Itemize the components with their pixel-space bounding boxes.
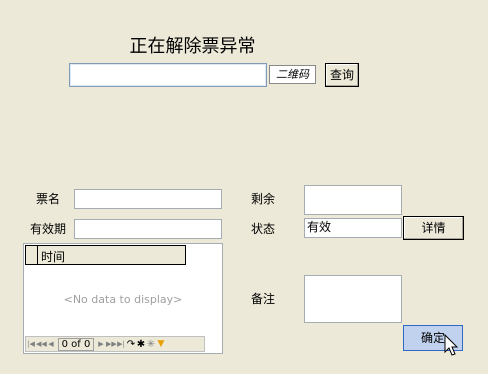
status-label: 状态 xyxy=(251,222,276,236)
prev-page-icon[interactable]: ◀◀ xyxy=(36,340,47,348)
next-page-icon[interactable]: ▶▶ xyxy=(106,340,117,348)
remark-field[interactable] xyxy=(304,275,402,323)
validity-label: 有效期 xyxy=(30,222,67,236)
qr-code-button[interactable]: 二维码 xyxy=(269,65,316,84)
mouse-cursor-icon xyxy=(444,334,459,356)
ticket-name-label: 票名 xyxy=(36,192,61,206)
query-button[interactable]: 查询 xyxy=(325,63,359,87)
validity-value xyxy=(75,221,77,235)
filter-icon[interactable]: ▼ xyxy=(156,339,166,349)
status-field[interactable]: 有效 xyxy=(304,218,402,238)
clear-icon[interactable]: ✳ xyxy=(146,339,156,350)
remaining-value xyxy=(305,187,307,201)
remark-label: 备注 xyxy=(251,292,276,306)
row-selector-header xyxy=(26,246,38,264)
history-grid[interactable]: 时间 <No data to display> |◀ ◀◀ ◀ 0 of 0 ▶… xyxy=(23,243,223,354)
ticket-name-value xyxy=(75,191,77,205)
prev-icon[interactable]: ◀ xyxy=(46,340,56,348)
grid-navigator: |◀ ◀◀ ◀ 0 of 0 ▶ ▶▶ ▶| ↷ ✱ ✳ ▼ xyxy=(25,336,205,352)
grid-header: 时间 xyxy=(25,245,186,265)
empty-message: <No data to display> xyxy=(63,293,183,306)
refresh-icon[interactable]: ↷ xyxy=(126,339,136,350)
ticket-name-field[interactable] xyxy=(74,189,222,209)
page-title: 正在解除票异常 xyxy=(129,36,256,57)
search-input[interactable] xyxy=(69,63,267,87)
add-icon[interactable]: ✱ xyxy=(136,339,146,350)
pager-text: 0 of 0 xyxy=(58,337,94,351)
remaining-label: 剩余 xyxy=(251,192,276,206)
detail-button[interactable]: 详情 xyxy=(403,216,464,240)
last-icon[interactable]: ▶| xyxy=(116,340,126,348)
status-value: 有效 xyxy=(307,220,332,234)
remaining-field[interactable] xyxy=(304,185,402,215)
first-icon[interactable]: |◀ xyxy=(26,340,36,348)
validity-field[interactable] xyxy=(74,219,222,239)
remark-value xyxy=(305,277,307,291)
next-icon[interactable]: ▶ xyxy=(96,340,106,348)
column-header-time[interactable]: 时间 xyxy=(41,248,65,265)
